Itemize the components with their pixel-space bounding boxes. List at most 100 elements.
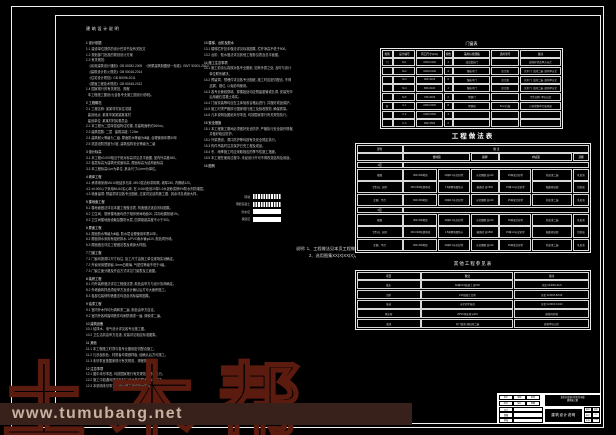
notes-section: 9 油漆工程9.1 室内外木作均为调和漆二遍, 颜色由甲方自定。9.2 室内外各…	[86, 302, 246, 319]
cad-drawing-canvas: 建筑设计说明 1 设计依据1.1 建设单位提供的设计任务书及有关批文1.2 规划…	[0, 0, 616, 435]
signature-label: 审核	[499, 418, 513, 423]
table-row: 散水60厚C15混凝土 宽600详见 02J003-A1/6	[357, 280, 590, 289]
table-cell	[382, 111, 393, 119]
table-cell: C15混凝土台阶	[421, 290, 513, 299]
legend-row: 砖墙	[204, 194, 281, 199]
legend-swatch	[253, 202, 281, 207]
table-cell: 水泥踢脚 高120	[471, 239, 499, 251]
table-cell: 700×2100	[416, 93, 443, 101]
legend-swatch	[253, 209, 281, 214]
table-cell: 20厚1:3水泥砂浆	[438, 169, 470, 181]
table-cell	[491, 58, 519, 66]
table-cell: 实木门, 油漆二遍, 颜色甲方定	[520, 76, 562, 84]
table-cell: 见立面	[491, 84, 519, 92]
title-block-approval-cell: 校对	[499, 401, 513, 406]
table-header-cell: 做法	[421, 272, 513, 280]
table-cell: 15厚混合砂浆	[499, 214, 531, 226]
table-cell	[382, 67, 393, 75]
construction-methods-table: 部位做 法楼地面踢脚内墙面顶棚1层楼面300×300地砖20厚1:3水泥砂浆水泥…	[355, 143, 591, 253]
table-cell: 4	[444, 111, 453, 119]
title-block-approval-cell: 批准	[526, 395, 540, 400]
table-header-cell: 项目	[357, 272, 421, 280]
table-row: M-4800×21004镶板木门见立面实木门, 油漆二遍, 颜色甲方定	[382, 84, 562, 92]
table-cell: M-4	[393, 84, 415, 92]
table-row: 门M-11500×24001成品套装门颜色样式由甲方自定	[382, 58, 562, 66]
table-header-cell: 采用标准图集	[453, 50, 490, 58]
table-cell	[520, 119, 562, 127]
table-cell: 颜色同外墙	[514, 309, 589, 318]
table-row: 楼地面踢脚内墙面顶棚	[357, 153, 590, 161]
empty-cell	[357, 153, 403, 161]
legend-label: 保温层	[204, 217, 250, 221]
table-cell: 2	[444, 93, 453, 101]
table-cell: 5mm白玻	[491, 102, 519, 110]
table-cell: UPVC雨水管 φ110	[421, 309, 513, 318]
table-cell	[382, 84, 393, 92]
signature-value	[513, 418, 543, 423]
empty-cell	[403, 162, 589, 168]
table-cell: 15厚1:2水泥砂浆	[499, 181, 531, 193]
table-cell: 乳胶漆	[573, 239, 590, 251]
table-row: 走廊、平台300×300地砖20厚1:3水泥砂浆水泥踢脚 高12015厚混合砂浆…	[357, 239, 590, 251]
general-note-line: 2、选用图集XX(X)XX(X)。	[296, 253, 365, 260]
table-cell: 1.5厚聚氨酯防水	[438, 226, 470, 238]
table-cell: 300×300地砖	[403, 214, 437, 226]
table-cell: 2	[444, 119, 453, 127]
legend-row: 防水层	[204, 209, 281, 214]
table-cell: 4	[444, 67, 453, 75]
table-cell: 乳胶漆	[573, 169, 590, 181]
table-cell: 15厚1:2水泥砂浆	[499, 226, 531, 238]
table-header-cell: 选用型号	[491, 50, 519, 58]
table-cell: 釉面砖 高1800	[471, 226, 499, 238]
table-row: C-3900×15002	[382, 119, 562, 127]
table-cell: 300×300地砖	[403, 239, 437, 251]
signature-row: 审核	[499, 418, 543, 423]
table-row: 项目做法备注	[357, 272, 590, 280]
row-label-cell: 楼面	[357, 169, 403, 181]
table-corner-cell: 部位	[357, 145, 403, 153]
table-cell: 铝扣板	[573, 181, 590, 193]
sheet-info-label: 比例	[584, 418, 592, 423]
table-cell: M-1	[393, 58, 415, 66]
table-cell	[382, 93, 393, 101]
table-row: 类别设计编号洞口尺寸(mm)樘数采用标准图集选用型号备注	[382, 50, 562, 58]
watermark-url-band: www.tumubang.net	[0, 403, 412, 425]
table-cell: 20厚1:3水泥砂浆	[438, 194, 470, 206]
table-cell: 乳胶漆二遍	[532, 169, 572, 181]
table-cell: 水泥踢脚 高120	[471, 214, 499, 226]
table-cell: 300×300防滑地砖	[403, 181, 437, 193]
table-header-cell: 樘数	[444, 50, 453, 58]
table-cell: 1	[444, 58, 453, 66]
table-row: 卫生间、厨房300×300防滑地砖1.5厚聚氨酯防水釉面砖 高180015厚1:…	[357, 226, 590, 238]
row-label-cell: 卫生间、厨房	[357, 181, 403, 193]
other-works-table-title: 其他工程参见表	[355, 261, 591, 267]
table-cell: 8	[444, 102, 453, 110]
table-cell: 成品套装门	[453, 58, 490, 66]
notes-section: 8 装修工程8.1 内外装修做法详见工程做法表, 颜色由甲方与设计协商确定。8.…	[86, 277, 246, 300]
table-cell: 6	[444, 76, 453, 84]
table-cell: 乳胶漆	[573, 214, 590, 226]
table-cell: 20厚1:3水泥砂浆	[438, 239, 470, 251]
table-header-cell: 洞口尺寸(mm)	[416, 50, 443, 58]
table-cell: 油漆	[357, 319, 421, 328]
table-cell: 详见 02J003-A1/6	[514, 280, 589, 289]
table-cell: M-3	[393, 76, 415, 84]
table-cell: 卫生间用, 甲方自定	[520, 93, 562, 101]
table-cell: C-3	[393, 119, 415, 127]
table-row: 1层	[357, 162, 590, 168]
table-cell: 900×2100	[416, 76, 443, 84]
table-cell: 见立面	[491, 76, 519, 84]
table-merged-header: 做 法	[403, 145, 589, 153]
table-cell: 1000×2100	[416, 67, 443, 75]
row-label-cell: 走廊、平台	[357, 239, 403, 251]
notes-section: 6 屋面工程6.1 屋面防水等级为Ⅲ级, 防水层合理使用年限10年。6.2 屋面…	[86, 226, 246, 249]
row-label-cell: 楼面	[357, 214, 403, 226]
table-cell: 4	[444, 84, 453, 92]
table-row: 2层	[357, 207, 590, 213]
floor-band-label: 2层	[357, 207, 403, 213]
door-window-table: 类别设计编号洞口尺寸(mm)樘数采用标准图集选用型号备注门M-11500×240…	[380, 48, 563, 129]
table-row: 台阶C15混凝土台阶详见 02J003-B3/15	[357, 290, 590, 299]
legend-label: 钢筋混凝土	[204, 202, 250, 206]
table-cell: 门	[382, 58, 393, 66]
table-cell: 水泥踢脚 高120	[471, 194, 499, 206]
